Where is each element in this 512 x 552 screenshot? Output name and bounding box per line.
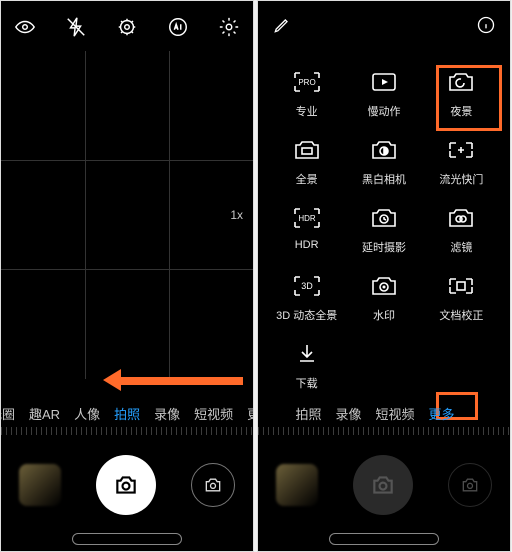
- mode-ticks: [258, 427, 510, 435]
- mode-portrait[interactable]: 人像: [74, 404, 100, 423]
- mode-watermark[interactable]: 水印: [345, 267, 422, 335]
- ai-icon[interactable]: [166, 15, 190, 39]
- gallery-thumbnail[interactable]: [276, 464, 318, 506]
- mode-pro[interactable]: PRO 专业: [268, 63, 345, 131]
- mode-label: HDR: [295, 239, 319, 251]
- mode-more[interactable]: 更多: [429, 404, 455, 423]
- edit-icon[interactable]: [272, 15, 292, 40]
- mode-strip[interactable]: 光圈 趣AR 人像 拍照 录像 短视频 更: [1, 404, 253, 423]
- hdr-icon: HDR: [290, 203, 324, 233]
- svg-text:3D: 3D: [301, 281, 313, 291]
- mode-hdr[interactable]: HDR HDR: [268, 199, 345, 267]
- screenshot-more-modes: PRO 专业 慢动作 夜景 全景 黑白相机 流光快门 HDR HDR: [257, 0, 511, 552]
- screenshot-camera: 1x 光圈 趣AR 人像 拍照 录像 短视频 更: [0, 0, 254, 552]
- mode-photo[interactable]: 拍照: [295, 404, 321, 423]
- mode-ticks: [1, 427, 253, 435]
- filter-icon: [444, 203, 478, 233]
- mode-ar[interactable]: 趣AR: [29, 404, 60, 423]
- mode-label: 3D 动态全景: [276, 307, 337, 323]
- shutter-button[interactable]: [96, 455, 156, 515]
- shutter-button: [353, 455, 413, 515]
- download-icon: [290, 339, 324, 369]
- settings-icon[interactable]: [217, 15, 241, 39]
- mode-photo[interactable]: 拍照: [114, 404, 140, 423]
- mode-label: 夜景: [450, 103, 472, 119]
- mode-more[interactable]: 更: [247, 404, 253, 423]
- mode-shortvideo[interactable]: 短视频: [194, 404, 233, 423]
- gridline: [1, 160, 253, 161]
- svg-text:PRO: PRO: [298, 78, 315, 87]
- modes-grid: PRO 专业 慢动作 夜景 全景 黑白相机 流光快门 HDR HDR: [258, 59, 510, 379]
- pro-icon: PRO: [290, 67, 324, 97]
- mode-panorama[interactable]: 全景: [268, 131, 345, 199]
- mode-label: 水印: [373, 307, 395, 323]
- mode-label: 滤镜: [450, 239, 472, 255]
- mode-docscan[interactable]: 文档校正: [423, 267, 500, 335]
- mode-shortvideo[interactable]: 短视频: [376, 404, 415, 423]
- mode-label: 下载: [296, 375, 318, 391]
- panorama-icon: [290, 135, 324, 165]
- viewfinder[interactable]: 1x: [1, 51, 253, 379]
- camera-icon: [113, 472, 139, 498]
- switch-camera-button[interactable]: [191, 463, 235, 507]
- mode-download[interactable]: 下载: [268, 335, 345, 403]
- mode-slowmo[interactable]: 慢动作: [345, 63, 422, 131]
- mode-aperture[interactable]: 光圈: [1, 404, 15, 423]
- docscan-icon: [444, 271, 478, 301]
- mode-label: 延时摄影: [362, 239, 406, 255]
- mode-mono[interactable]: 黑白相机: [345, 131, 422, 199]
- gallery-thumbnail[interactable]: [19, 464, 61, 506]
- mode-label: 慢动作: [367, 103, 400, 119]
- eye-icon[interactable]: [13, 15, 37, 39]
- bottom-bar: [1, 445, 253, 525]
- nav-pill[interactable]: [329, 533, 439, 545]
- top-toolbar: [258, 1, 510, 44]
- info-icon[interactable]: [476, 15, 496, 40]
- 3dpano-icon: 3D: [290, 271, 324, 301]
- mono-icon: [367, 135, 401, 165]
- flash-off-icon[interactable]: [64, 15, 88, 39]
- settings-gear-icon[interactable]: [115, 15, 139, 39]
- zoom-indicator[interactable]: 1x: [230, 208, 243, 222]
- mode-label: 文档校正: [439, 307, 483, 323]
- watermark-icon: [367, 271, 401, 301]
- top-toolbar: [1, 1, 253, 45]
- gridline: [85, 51, 86, 379]
- mode-label: 专业: [296, 103, 318, 119]
- switch-camera-button: [448, 463, 492, 507]
- mode-strip[interactable]: 拍照 录像 短视频 更多: [258, 404, 510, 423]
- mode-video[interactable]: 录像: [154, 404, 180, 423]
- bottom-bar: [258, 445, 510, 525]
- mode-3dpano[interactable]: 3D 3D 动态全景: [268, 267, 345, 335]
- lightpaint-icon: [444, 135, 478, 165]
- mode-lightpaint[interactable]: 流光快门: [423, 131, 500, 199]
- mode-timelapse[interactable]: 延时摄影: [345, 199, 422, 267]
- timelapse-icon: [367, 203, 401, 233]
- night-icon: [444, 67, 478, 97]
- camera-icon: [370, 472, 396, 498]
- mode-label: 全景: [296, 171, 318, 187]
- slowmo-icon: [367, 67, 401, 97]
- gridline: [169, 51, 170, 379]
- mode-label: 流光快门: [439, 171, 483, 187]
- svg-text:HDR: HDR: [298, 214, 316, 223]
- nav-pill[interactable]: [72, 533, 182, 545]
- mode-night[interactable]: 夜景: [423, 63, 500, 131]
- mode-label: 黑白相机: [362, 171, 406, 187]
- mode-filter[interactable]: 滤镜: [423, 199, 500, 267]
- gridline: [1, 269, 253, 270]
- mode-video[interactable]: 录像: [335, 404, 361, 423]
